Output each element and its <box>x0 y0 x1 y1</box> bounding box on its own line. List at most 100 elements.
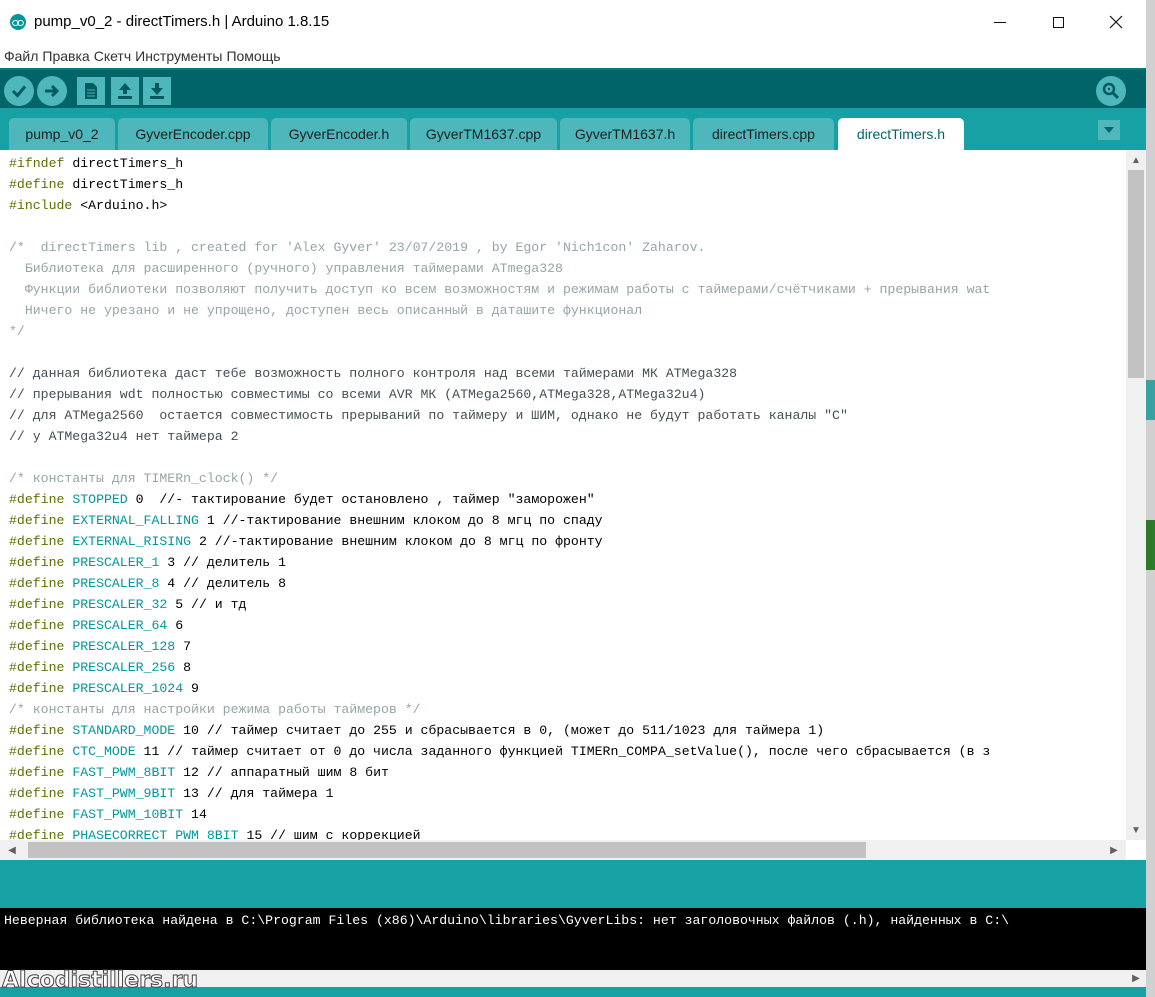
code-line: #define PRESCALER_8 4 // делитель 8 <box>9 573 1125 594</box>
code-line: // прерывания wdt полностью совместимы с… <box>9 384 1125 405</box>
tab-pump-v0-2[interactable]: pump_v0_2 <box>9 118 115 150</box>
constant-token: FAST_PWM_8BIT <box>72 765 176 780</box>
code-token: 7 <box>175 639 192 654</box>
code-line: #define EXTERNAL_FALLING 1 //-тактирован… <box>9 510 1125 531</box>
code-line: */ <box>9 321 1125 342</box>
code-editor[interactable]: #ifndef directTimers_h #define directTime… <box>0 150 1146 860</box>
preprocessor-token: #define <box>9 744 65 759</box>
code-line: Ничего не урезано и не упрощено, доступе… <box>9 300 1125 321</box>
minimize-button[interactable] <box>971 0 1029 44</box>
serial-monitor-icon <box>1102 82 1120 100</box>
maximize-button[interactable] <box>1029 0 1087 44</box>
code-token: directTimers_h <box>64 177 184 192</box>
comment-token: /* константы для TIMERn_clock() */ <box>9 471 279 486</box>
verify-button[interactable] <box>4 76 34 106</box>
constant-token: STOPPED <box>72 492 128 507</box>
code-token: 12 // аппаратный шим 8 бит <box>175 765 389 780</box>
maximize-icon <box>1052 16 1064 28</box>
tab-gyverencoder-cpp[interactable]: GyverEncoder.cpp <box>118 118 268 150</box>
upload-button[interactable] <box>37 76 67 106</box>
constant-token: STANDARD_MODE <box>72 723 176 738</box>
arduino-logo-icon <box>10 14 26 30</box>
console-message: Неверная библиотека найдена в C:\Program… <box>4 913 1010 928</box>
menu-tools[interactable]: Инструменты <box>135 48 222 64</box>
code-line: #define PRESCALER_64 6 <box>9 615 1125 636</box>
comment-token: /* константы для настройки режима работы… <box>9 702 421 717</box>
code-line: // данная библиотека даст тебе возможнос… <box>9 363 1125 384</box>
constant-token: PRESCALER_128 <box>72 639 176 654</box>
open-sketch-button[interactable] <box>111 77 139 105</box>
save-sketch-button[interactable] <box>143 77 171 105</box>
vertical-scroll-thumb[interactable] <box>1128 170 1144 378</box>
preprocessor-token: #define <box>9 618 65 633</box>
code-line: // у ATMega32u4 нет таймера 2 <box>9 426 1125 447</box>
preprocessor-token: #define <box>9 555 65 570</box>
preprocessor-token: #define <box>9 576 65 591</box>
constant-token: EXTERNAL_RISING <box>72 534 192 549</box>
scroll-left-icon[interactable]: ◀ <box>4 840 20 860</box>
horizontal-scroll-thumb[interactable] <box>28 842 866 858</box>
tab-menu-button[interactable] <box>1098 120 1120 140</box>
code-token: 10 // таймер считает до 255 и сбрасывает… <box>175 723 825 738</box>
code-token: 6 <box>167 618 184 633</box>
code-line: Функции библиотеки позволяют получить до… <box>9 279 1125 300</box>
comment-token: /* directTimers lib , created for 'Alex … <box>9 240 706 255</box>
preprocessor-token: #define <box>9 660 65 675</box>
preprocessor-token: #ifndef <box>9 156 65 171</box>
menu-help[interactable]: Помощь <box>226 48 280 64</box>
code-line: Библиотека для расширенного (ручного) уп… <box>9 258 1125 279</box>
open-icon <box>118 83 132 99</box>
comment-token: Библиотека для расширенного (ручного) уп… <box>9 261 563 276</box>
menu-file[interactable]: Файл <box>4 48 38 64</box>
code-token: 9 <box>183 681 199 696</box>
tab-directtimers-cpp[interactable]: directTimers.cpp <box>693 118 834 150</box>
menu-edit[interactable]: Правка <box>42 48 89 64</box>
horizontal-scrollbar[interactable]: ◀ ▶ <box>0 840 1126 860</box>
tab-directtimers-h[interactable]: directTimers.h <box>838 118 964 150</box>
close-button[interactable] <box>1087 0 1145 44</box>
tab-gyvertm1637-cpp[interactable]: GyverTM1637.cpp <box>410 118 557 150</box>
vertical-scrollbar[interactable]: ▲ ▼ <box>1126 150 1146 840</box>
tab-gyverencoder-h[interactable]: GyverEncoder.h <box>271 118 407 150</box>
code-line: #define PRESCALER_128 7 <box>9 636 1125 657</box>
constant-token: PRESCALER_8 <box>72 576 160 591</box>
scroll-right-icon[interactable]: ▶ <box>1106 840 1122 860</box>
menu-sketch[interactable]: Скетч <box>94 48 131 64</box>
code-line: #define PRESCALER_32 5 // и тд <box>9 594 1125 615</box>
preprocessor-token: #define <box>9 597 65 612</box>
code-line: #define directTimers_h <box>9 174 1125 195</box>
console-scroll-right-icon[interactable]: ▶ <box>1128 970 1144 987</box>
code-token: 2 //-тактирование внешним клоком до 8 мг… <box>191 534 603 549</box>
serial-monitor-button[interactable] <box>1096 76 1126 106</box>
scroll-down-icon[interactable]: ▼ <box>1126 820 1146 840</box>
code-token: 0 //- тактирование будет остановлено , т… <box>127 492 595 507</box>
tab-gyvertm1637-h[interactable]: GyverTM1637.h <box>560 118 690 150</box>
code-line: #define EXTERNAL_RISING 2 //-тактировани… <box>9 531 1125 552</box>
code-line: #define PRESCALER_256 8 <box>9 657 1125 678</box>
constant-token: FAST_PWM_9BIT <box>72 786 176 801</box>
code-text-area[interactable]: #ifndef directTimers_h #define directTime… <box>9 153 1125 841</box>
preprocessor-token: #define <box>9 513 65 528</box>
window-title: pump_v0_2 - directTimers.h | Arduino 1.8… <box>34 13 330 30</box>
constant-token: FAST_PWM_10BIT <box>72 807 184 822</box>
scroll-up-icon[interactable]: ▲ <box>1126 150 1146 170</box>
tab-bar: pump_v0_2 GyverEncoder.cpp GyverEncoder.… <box>0 108 1146 150</box>
code-line: #define FAST_PWM_9BIT 13 // для таймера … <box>9 783 1125 804</box>
code-line: /* directTimers lib , created for 'Alex … <box>9 237 1125 258</box>
new-sketch-button[interactable] <box>77 77 105 105</box>
code-line: #define PRESCALER_1 3 // делитель 1 <box>9 552 1125 573</box>
background-window-edge <box>1146 0 1155 997</box>
chevron-down-icon <box>1104 127 1114 133</box>
constant-token: CTC_MODE <box>72 744 136 759</box>
code-token: 3 // делитель 1 <box>159 555 287 570</box>
code-token: 4 // делитель 8 <box>159 576 287 591</box>
code-line: #define STOPPED 0 //- тактирование будет… <box>9 489 1125 510</box>
code-line: #define PRESCALER_1024 9 <box>9 678 1125 699</box>
line-comment-token: // для ATMega2560 остается совместимость… <box>9 408 848 423</box>
watermark: Alcodistillers.ru <box>2 968 199 994</box>
code-line: #include <Arduino.h> <box>9 195 1125 216</box>
save-icon <box>150 83 164 99</box>
